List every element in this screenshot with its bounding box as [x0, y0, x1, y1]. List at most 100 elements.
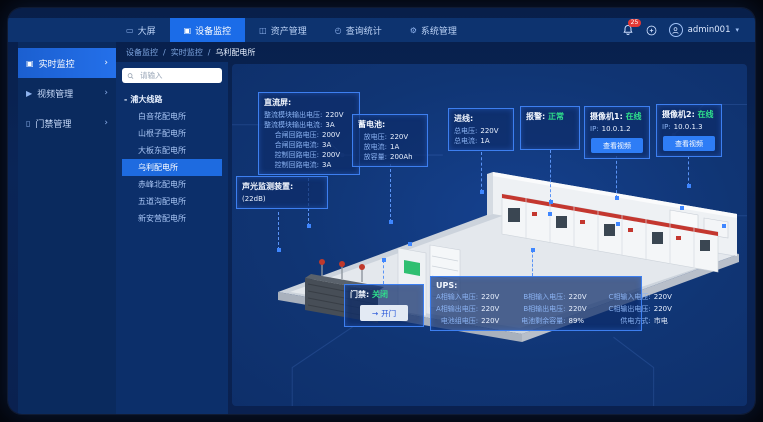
breadcrumb-item[interactable]: 设备监控: [126, 47, 158, 58]
connector-line: [688, 156, 689, 186]
breadcrumb-item[interactable]: 实时监控: [171, 47, 203, 58]
callout-incoming-line: 进线: 总电压:220V 总电流:1A: [448, 108, 514, 151]
nav-item-asset-mgmt[interactable]: ◫ 资产管理: [245, 18, 321, 42]
left-sidebar: ▣ 实时监控 › ▶ 视频管理 › ▯ 门禁管理 ›: [18, 42, 116, 414]
tree-node[interactable]: 新安营配电所: [122, 210, 222, 227]
tree-node[interactable]: 山根子配电所: [122, 125, 222, 142]
camera1-label: 摄像机1:: [590, 112, 623, 121]
search-icon: [127, 72, 134, 80]
callout-camera-1: 摄像机1: 在线 IP: 10.0.1.2 查看视频: [584, 106, 650, 159]
metric-value: 220V: [390, 132, 422, 142]
sound-monitor-title: 声光监测装置:: [242, 181, 322, 192]
open-door-icon: →: [372, 309, 378, 318]
content-column: 设备监控 / 实时监控 / 乌利配电所: [116, 42, 755, 414]
metric-value: 220V: [569, 304, 601, 314]
metric-value: 220V: [481, 316, 513, 326]
metric-value: 89%: [569, 316, 601, 326]
breadcrumb-separator: /: [163, 48, 166, 57]
sound-monitor-value: (22dB): [242, 194, 266, 204]
metric-label: 电池组电压:: [436, 316, 478, 326]
fullscreen-button[interactable]: [646, 21, 657, 40]
door-status: 门禁: 关闭: [350, 289, 418, 300]
ups-title: UPS:: [436, 281, 636, 290]
sidebar-item-realtime-monitor[interactable]: ▣ 实时监控 ›: [18, 48, 116, 78]
metric-label: 总电压:: [454, 126, 477, 136]
chevron-right-icon: ›: [104, 58, 108, 68]
camera2-status: 摄像机2: 在线: [662, 109, 716, 120]
nav-item-query-stats[interactable]: ◴ 查询统计: [321, 18, 396, 42]
collapse-icon: -: [124, 95, 127, 104]
scene-canvas: 直流屏: 整流模块输出电压:220V 整流模块输出电流:3A 合闸回路电压:20…: [232, 64, 747, 406]
metric-value: 3A: [322, 140, 354, 150]
metric-value: 220V: [569, 292, 601, 302]
asset-icon: ◫: [259, 26, 267, 35]
nav-item-label: 系统管理: [421, 24, 457, 37]
tree-node[interactable]: 赤峰北配电所: [122, 176, 222, 193]
tree-root-label: 浦大线路: [130, 94, 162, 105]
sidebar-item-label: 实时监控: [39, 57, 75, 70]
nav-menu: ▭ 大屏 ▣ 设备监控 ◫ 资产管理 ◴ 查询统计 ⚙ 系统管理: [112, 18, 471, 42]
callout-camera-2: 摄像机2: 在线 IP: 10.0.1.3 查看视频: [656, 104, 722, 157]
open-door-label: 开门: [381, 308, 396, 319]
camera2-ip-label: IP:: [662, 122, 671, 132]
sidebar-item-video-mgmt[interactable]: ▶ 视频管理 ›: [18, 78, 116, 108]
breadcrumb: 设备监控 / 实时监控 / 乌利配电所: [116, 42, 755, 62]
callout-battery: 蓄电池: 放电压:220V 放电流:1A 放容量:200Ah: [352, 114, 428, 167]
nav-item-label: 资产管理: [271, 24, 307, 37]
breadcrumb-item-current: 乌利配电所: [215, 47, 255, 58]
metric-label: 放容量:: [358, 152, 387, 162]
connector-line: [616, 156, 617, 198]
sidebar-item-access-mgmt[interactable]: ▯ 门禁管理 ›: [18, 108, 116, 138]
connector-line: [383, 260, 384, 284]
app-window: ▭ 大屏 ▣ 设备监控 ◫ 资产管理 ◴ 查询统计 ⚙ 系统管理: [8, 8, 755, 414]
door-label: 门禁:: [350, 290, 369, 299]
metric-value: 200V: [322, 130, 354, 140]
alarm-count-badge: 25: [628, 19, 642, 27]
open-door-button[interactable]: → 开门: [360, 305, 408, 321]
alarm-bell-button[interactable]: 25: [622, 24, 634, 36]
user-menu[interactable]: admin001 ▾: [669, 23, 739, 37]
chevron-right-icon: ›: [104, 88, 108, 98]
callout-door-access: 门禁: 关闭 → 开门: [344, 284, 424, 327]
nav-item-dashboard[interactable]: ▭ 大屏: [112, 18, 170, 42]
metric-value: 220V: [654, 304, 686, 314]
metric-label: B相输出电压:: [521, 304, 565, 314]
page: ▭ 大屏 ▣ 设备监控 ◫ 资产管理 ◴ 查询统计 ⚙ 系统管理: [0, 0, 763, 422]
metric-value: 200Ah: [390, 152, 422, 162]
metric-label: A相输出电压:: [436, 304, 478, 314]
metric-value: 220V: [654, 292, 686, 302]
connector-line: [550, 150, 551, 202]
tree-node[interactable]: 白音花配电所: [122, 108, 222, 125]
door-icon: ▯: [26, 119, 30, 128]
tree-root-node[interactable]: - 浦大线路: [122, 91, 222, 108]
metric-label: C相输入电压:: [609, 292, 651, 302]
metric-label: 整流模块输出电压:: [264, 110, 322, 120]
metric-label: 控制回路电流:: [264, 160, 319, 170]
metric-label: 电池剩余容量:: [521, 316, 565, 326]
metric-value: 3A: [325, 120, 354, 130]
search-input[interactable]: [138, 70, 217, 81]
realtime-icon: ▣: [26, 59, 34, 68]
tree-search[interactable]: [122, 68, 222, 83]
screen-icon: ▭: [126, 26, 134, 35]
nav-item-device-monitor[interactable]: ▣ 设备监控: [170, 18, 246, 42]
battery-title: 蓄电池:: [358, 119, 422, 130]
metric-label: 整流模块输出电流:: [264, 120, 322, 130]
navbar-actions: 25 admin001 ▾: [622, 18, 755, 42]
door-status-value: 关闭: [372, 290, 388, 299]
view-video-button[interactable]: 查看视频: [591, 138, 643, 153]
nav-item-system-mgmt[interactable]: ⚙ 系统管理: [396, 18, 471, 42]
breadcrumb-separator: /: [208, 48, 211, 57]
caret-down-icon: ▾: [735, 26, 739, 34]
tree-node[interactable]: 大板东配电所: [122, 142, 222, 159]
stats-icon: ◴: [335, 26, 342, 35]
gear-icon: ⚙: [410, 26, 417, 35]
callout-sound-monitor: 声光监测装置: (22dB): [236, 176, 328, 209]
camera2-label: 摄像机2:: [662, 110, 695, 119]
view-video-button[interactable]: 查看视频: [663, 136, 715, 151]
alarm-label: 报警:: [526, 112, 545, 121]
tree-node-selected[interactable]: 乌利配电所: [122, 159, 222, 176]
alarm-status-value: 正常: [548, 112, 564, 121]
camera2-status-value: 在线: [698, 110, 714, 119]
tree-node[interactable]: 五道沟配电所: [122, 193, 222, 210]
